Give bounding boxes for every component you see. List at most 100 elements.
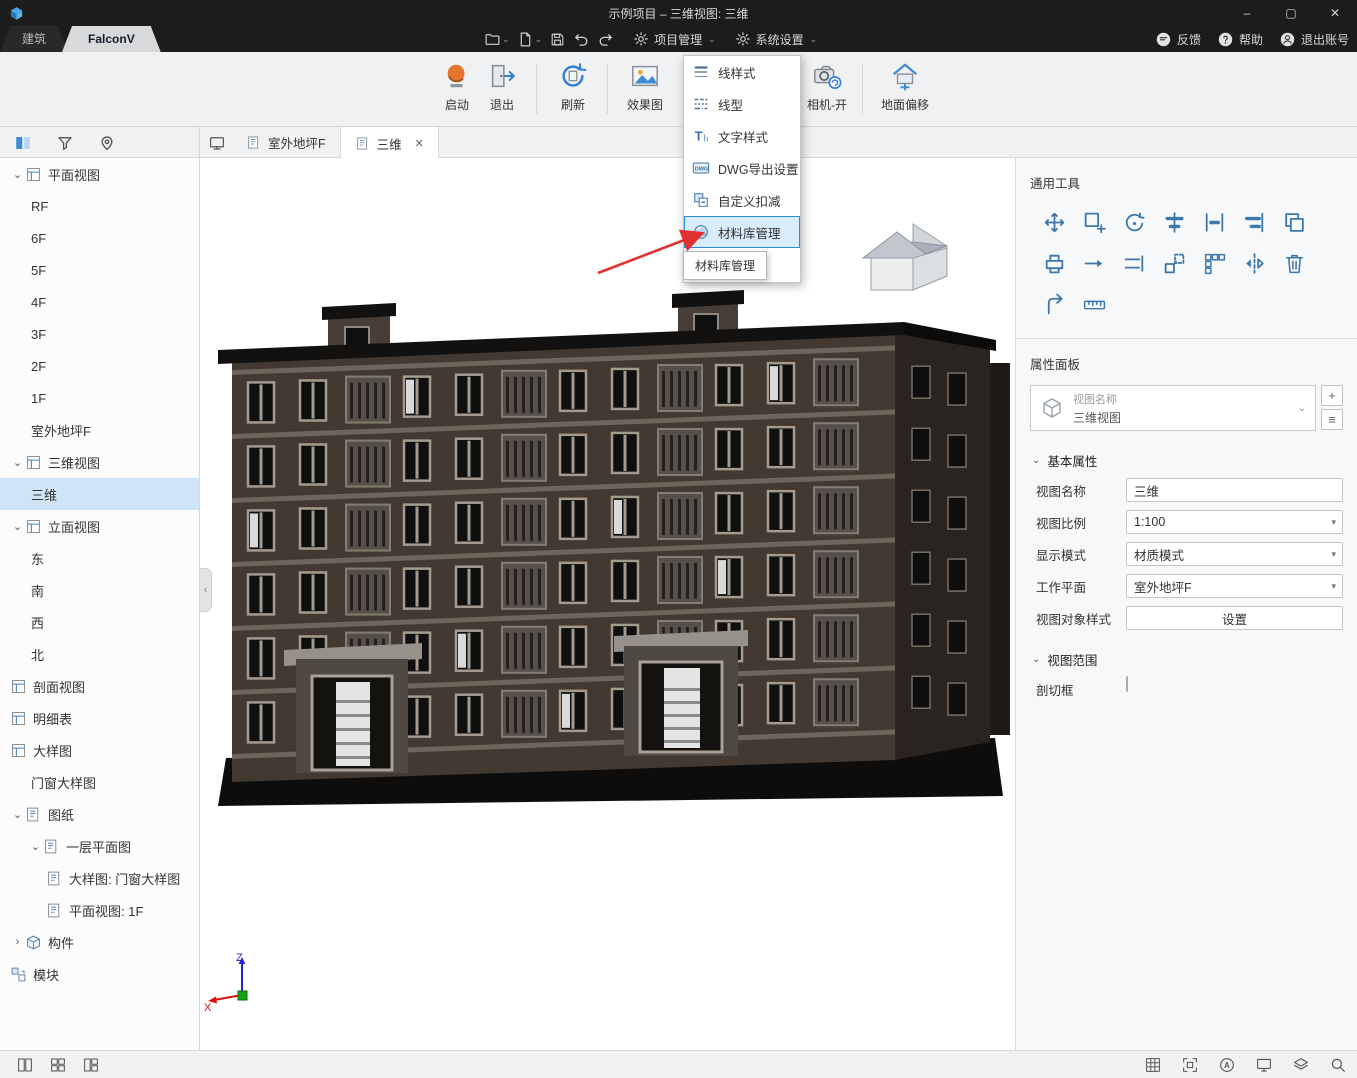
ground-offset-button[interactable]: 地面偏移: [877, 61, 933, 113]
menu-item-line-style[interactable]: 线样式: [684, 56, 800, 88]
tree-item-first-floor-plan[interactable]: ⌄一层平面图: [0, 830, 199, 862]
tool-dist-button[interactable]: [1200, 208, 1228, 236]
tree-item-section-views[interactable]: 剖面视图: [0, 670, 199, 702]
layers-icon[interactable]: [1292, 1056, 1310, 1074]
view-name-input[interactable]: [1126, 478, 1343, 502]
view-tab-outdoor-ground-f[interactable]: 室外地坪F: [232, 127, 341, 158]
new-file-button[interactable]: ⌄: [517, 31, 543, 48]
minimize-button[interactable]: –: [1225, 0, 1269, 26]
location-pin-icon[interactable]: [98, 134, 116, 152]
chevron-right-icon[interactable]: ›: [10, 936, 25, 948]
view-object-style-button[interactable]: 设置: [1126, 606, 1343, 630]
tool-stack-button[interactable]: [1040, 249, 1068, 277]
tree-item-3d[interactable]: 三维: [0, 478, 199, 510]
fitframe-icon[interactable]: [1181, 1056, 1199, 1074]
project-management-menu[interactable]: 项目管理 ⌄: [633, 31, 716, 48]
feedback-button[interactable]: 反馈: [1155, 31, 1201, 48]
usera-icon[interactable]: A: [1218, 1056, 1236, 1074]
tree-item-detail-views[interactable]: 大样图: [0, 734, 199, 766]
view-tab-3d[interactable]: 三维✕: [341, 127, 439, 159]
tool-rotate-button[interactable]: [1120, 208, 1148, 236]
viewport-3d[interactable]: Z X ‹: [200, 158, 1015, 1050]
maximize-button[interactable]: ▢: [1269, 0, 1313, 26]
type-selector[interactable]: 视图名称 三维视图 ⌄: [1030, 385, 1316, 431]
section-header[interactable]: ⌄视图范围: [1032, 650, 1357, 669]
view-scale-select[interactable]: 1:100▾: [1126, 510, 1343, 534]
tree-item-modules[interactable]: 模块: [0, 958, 199, 990]
tree-item-north[interactable]: 北: [0, 638, 199, 670]
tree-item-sheets[interactable]: ⌄图纸: [0, 798, 199, 830]
tab-architecture[interactable]: 建筑: [0, 26, 68, 52]
tab-falconv[interactable]: FalconV: [62, 26, 161, 52]
tool-scale-button[interactable]: [1160, 249, 1188, 277]
menu-item-custom-subtract[interactable]: 自定义扣减: [684, 184, 800, 216]
home-view-widget[interactable]: [855, 218, 951, 300]
tree-item-door-window-detail[interactable]: 门窗大样图: [0, 766, 199, 798]
tree-item-3f[interactable]: 3F: [0, 318, 199, 350]
tree-item-plan-1f[interactable]: 平面视图: 1F: [0, 894, 199, 926]
screen-icon[interactable]: [208, 134, 226, 152]
section-header[interactable]: ⌄基本属性: [1032, 451, 1357, 470]
tree-item-outdoor-ground-f[interactable]: 室外地坪F: [0, 414, 199, 446]
tool-trim-button[interactable]: [1120, 249, 1148, 277]
system-settings-menu[interactable]: 系统设置 ⌄: [735, 31, 818, 48]
tool-array-button[interactable]: [1200, 249, 1228, 277]
render-image-button[interactable]: 效果图: [617, 61, 673, 113]
tree-item-detail-door-window[interactable]: 大样图: 门窗大样图: [0, 862, 199, 894]
menu-item-dwg-export-settings[interactable]: DWGDWG导出设置: [684, 152, 800, 184]
tool-alignr-button[interactable]: [1240, 208, 1268, 236]
add-type-button[interactable]: +: [1321, 385, 1343, 406]
tool-offset-button[interactable]: [1040, 290, 1068, 318]
zoomext-icon[interactable]: [1329, 1056, 1347, 1074]
tree-item-1f[interactable]: 1F: [0, 382, 199, 414]
close-tab-icon[interactable]: ✕: [415, 137, 424, 150]
tree-item-3d-views[interactable]: ⌄三维视图: [0, 446, 199, 478]
tree-item-east[interactable]: 东: [0, 542, 199, 574]
tree-item-components[interactable]: ›构件: [0, 926, 199, 958]
type-list-button[interactable]: ≡: [1321, 409, 1343, 430]
tool-move-button[interactable]: [1040, 208, 1068, 236]
tree-item-6f[interactable]: 6F: [0, 222, 199, 254]
tree-item-elevation-views[interactable]: ⌄立面视图: [0, 510, 199, 542]
help-button[interactable]: 帮助: [1217, 31, 1263, 48]
chevron-down-icon[interactable]: ⌄: [10, 456, 25, 469]
tree-item-west[interactable]: 西: [0, 606, 199, 638]
display-mode-select[interactable]: 材质模式▾: [1126, 542, 1343, 566]
tree-item-plan-views[interactable]: ⌄平面视图: [0, 158, 199, 190]
undo-button[interactable]: [573, 31, 590, 48]
camera-on-button[interactable]: 相机-开: [799, 61, 855, 113]
tilev-icon[interactable]: [16, 1056, 34, 1074]
panel-layout-icon[interactable]: [14, 134, 32, 152]
menu-item-material-library[interactable]: 材料库管理: [684, 216, 800, 248]
menu-item-line-type[interactable]: 线型: [684, 88, 800, 120]
redo-button[interactable]: [597, 31, 614, 48]
tool-extend-button[interactable]: [1080, 249, 1108, 277]
tree-item-4f[interactable]: 4F: [0, 286, 199, 318]
tilemix-icon[interactable]: [82, 1056, 100, 1074]
chevron-down-icon[interactable]: ⌄: [10, 520, 25, 533]
tree-item-2f[interactable]: 2F: [0, 350, 199, 382]
logout-button[interactable]: 退出账号: [1279, 31, 1349, 48]
tree-item-schedules[interactable]: 明细表: [0, 702, 199, 734]
tool-copy-button[interactable]: [1280, 208, 1308, 236]
display-icon[interactable]: [1255, 1056, 1273, 1074]
tool-delete-button[interactable]: [1280, 249, 1308, 277]
chevron-down-icon[interactable]: ⌄: [10, 808, 25, 821]
filter-icon[interactable]: [56, 134, 74, 152]
sidebar-collapse-handle[interactable]: ‹: [200, 568, 212, 612]
tool-mirror-button[interactable]: [1240, 249, 1268, 277]
chevron-down-icon[interactable]: ⌄: [10, 168, 25, 181]
tree-item-south[interactable]: 南: [0, 574, 199, 606]
tilegrid-icon[interactable]: [49, 1056, 67, 1074]
refresh-button[interactable]: 刷新: [545, 61, 601, 113]
tree-item-5f[interactable]: 5F: [0, 254, 199, 286]
tree-item-rf[interactable]: RF: [0, 190, 199, 222]
save-button[interactable]: [549, 31, 566, 48]
gridtable-icon[interactable]: [1144, 1056, 1162, 1074]
tool-measure-button[interactable]: [1080, 290, 1108, 318]
menu-item-text-style[interactable]: T文字样式: [684, 120, 800, 152]
work-plane-select[interactable]: 室外地坪F▾: [1126, 574, 1343, 598]
tool-alignc-button[interactable]: [1160, 208, 1188, 236]
open-file-button[interactable]: ⌄: [484, 31, 510, 48]
close-button[interactable]: ✕: [1313, 0, 1357, 26]
